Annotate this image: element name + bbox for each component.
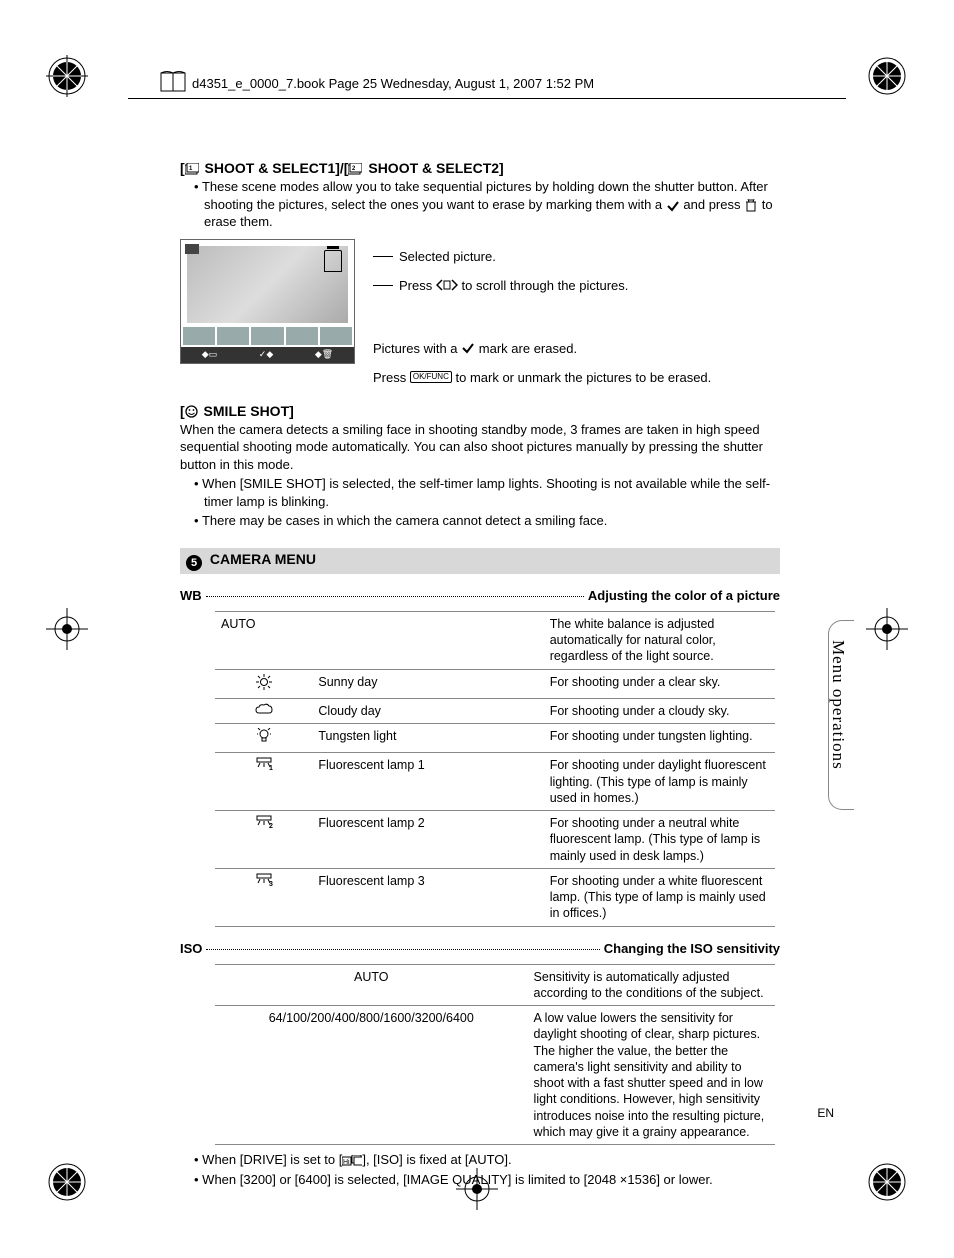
page-header-meta: d4351_e_0000_7.book Page 25 Wednesday, A… [192,76,594,91]
header-rule [128,98,846,99]
checkmark-icon [461,342,475,354]
book-icon [160,70,186,95]
crop-mark-icon [46,1161,88,1203]
burst2-icon: 2 [348,163,362,175]
rec-indicator-icon [185,244,199,254]
figure-annotations: Selected picture. Press to scroll throug… [373,239,711,385]
camera-menu-heading: 5 CAMERA MENU [180,548,780,574]
table-row: AUTOSensitivity is automatically adjuste… [215,964,775,1006]
cloud-icon [215,698,312,723]
svg-text:Hi: Hi [343,1159,350,1166]
wb-table: AUTOThe white balance is adjusted automa… [215,611,775,927]
checkmark-icon [666,200,680,212]
crop-mark-icon [46,608,88,650]
erase-icon [744,198,758,212]
trash-icon [324,250,342,272]
wb-heading-row: WB Adjusting the color of a picture [180,588,780,603]
side-chapter-label: Menu operations [828,640,848,770]
crop-mark-icon [866,1161,908,1203]
crop-mark-icon [866,608,908,650]
table-row: 1 Fluorescent lamp 1For shooting under d… [215,753,775,811]
table-row: 2 Fluorescent lamp 2For shooting under a… [215,811,775,869]
shoot-select-desc: These scene modes allow you to take sequ… [186,178,780,231]
smile-bullet-2: There may be cases in which the camera c… [186,512,780,530]
table-row: AUTOThe white balance is adjusted automa… [215,611,775,669]
left-right-arrow-icon [436,279,458,291]
iso-note-2: When [3200] or [6400] is selected, [IMAG… [186,1171,780,1189]
wb-key: WB [180,588,202,603]
table-row: 64/100/200/400/800/1600/3200/6400A low v… [215,1006,775,1145]
bulb-icon [215,724,312,753]
fluorescent2-icon: 2 [215,811,312,869]
burst1-icon: 1 [185,163,199,175]
svg-text:3: 3 [269,881,273,887]
playback-thumbnail: ◆▭✓◆◆🗑 [180,239,355,364]
fluorescent3-icon: 3 [215,868,312,926]
iso-desc: Changing the ISO sensitivity [604,941,780,956]
iso-heading-row: ISO Changing the ISO sensitivity [180,941,780,956]
table-row: Tungsten lightFor shooting under tungste… [215,724,775,753]
iso-note-1: When [DRIVE] is set to [Hi], [ISO] is fi… [186,1151,780,1169]
iso-table: AUTOSensitivity is automatically adjuste… [215,964,775,1146]
crop-mark-icon [866,55,908,97]
menu-number-icon: 5 [186,555,202,571]
wb-desc: Adjusting the color of a picture [588,588,780,603]
page-lang: EN [817,1106,834,1120]
crop-mark-icon [46,55,88,97]
smile-shot-desc: When the camera detects a smiling face i… [180,421,780,474]
smile-bullet-1: When [SMILE SHOT] is selected, the self-… [186,475,780,510]
hi-burst-icon: Hi [342,1155,362,1167]
smile-shot-heading: [ SMILE SHOT] [180,403,780,419]
iso-key: ISO [180,941,202,956]
smile-face-icon [185,405,198,418]
fluorescent1-icon: 1 [215,753,312,811]
sun-icon [215,669,312,698]
table-row: Cloudy dayFor shooting under a cloudy sk… [215,698,775,723]
shoot-select-heading: [1 SHOOT & SELECT1]/[2 SHOOT & SELECT2] [180,160,780,176]
ok-func-button-icon: OK/FUNC [410,371,452,383]
svg-text:1: 1 [269,765,273,771]
svg-text:2: 2 [269,823,273,829]
table-row: Sunny dayFor shooting under a clear sky. [215,669,775,698]
table-row: 3 Fluorescent lamp 3For shooting under a… [215,868,775,926]
